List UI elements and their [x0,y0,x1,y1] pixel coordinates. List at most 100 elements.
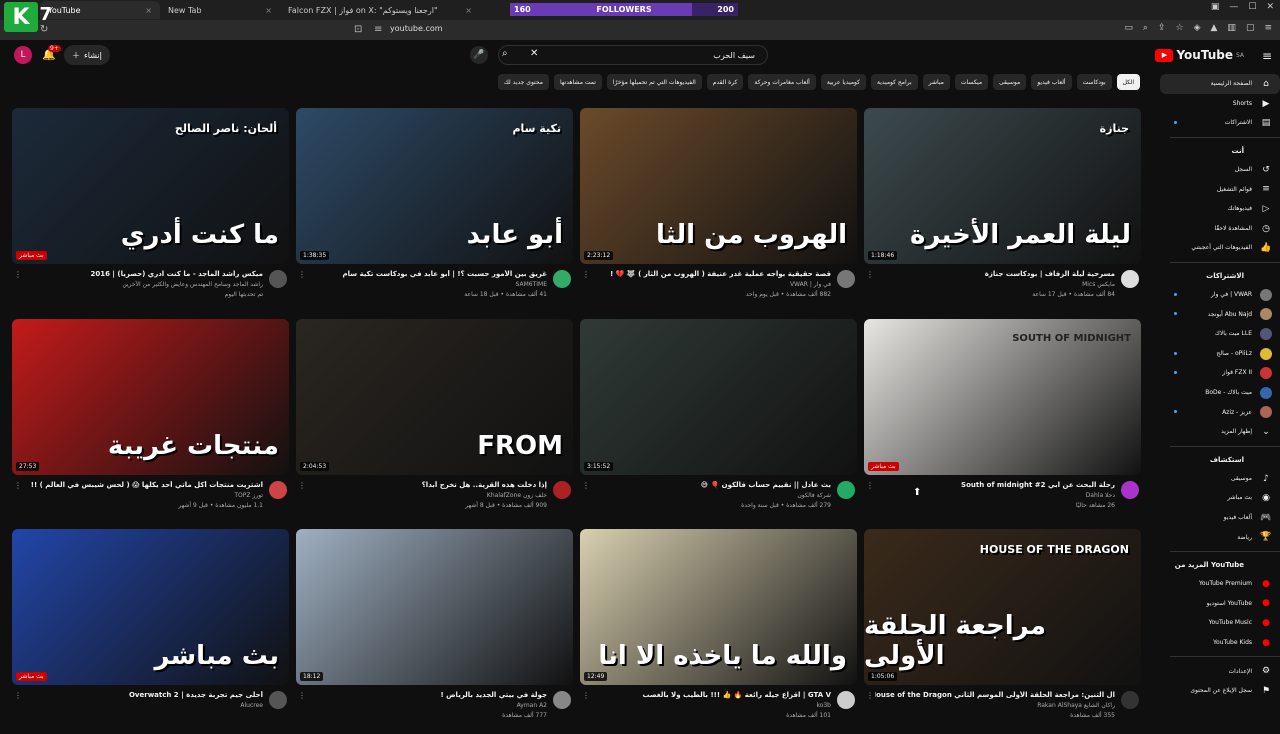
more-options-icon[interactable]: ⋮ [14,270,22,279]
hamburger-menu-icon[interactable]: ≡ [1262,49,1272,63]
video-card[interactable]: والله ما ياخذه الا انا 12:49 GTA V | اقزاع… [580,529,857,734]
close-icon[interactable]: × [265,6,272,15]
video-card[interactable]: FROM 2:04:53 إذا دخلت هذه القرية.. هل تخرج… [296,319,573,524]
wallet-icon[interactable]: ▢ [1246,23,1255,33]
share-icon[interactable]: ⇪ [1158,23,1166,33]
search-input[interactable] [499,46,767,64]
filter-chip[interactable]: ألعاب فيديو [1031,74,1072,90]
video-card[interactable]: ليلة العمر الأخيرة جنازة 1:18:46 مسرحية ليل… [864,108,1141,313]
channel-name[interactable]: راشد الماجد وسامح المهندس وعايض والكثير … [122,281,263,288]
sidebar-item[interactable]: Aziz - عزيز [1160,402,1280,422]
more-options-icon[interactable]: ⋮ [866,270,874,279]
channel-name[interactable]: راكان الشايع Rakan AlShaya [1037,702,1115,709]
video-title[interactable]: أحلى جيم تجربة جديدة | Overwatch 2 [23,691,263,699]
filter-chip[interactable]: مباشر [922,74,950,90]
sidebar-section-heading[interactable]: المزيد من YouTube [1160,556,1280,574]
video-thumbnail[interactable]: ما كنت أدري ألحان: ناصر الصالح بث مباشر [12,108,289,264]
video-title[interactable]: غريق بين الأمور حسبت ؟! | أبو عابد في بو… [307,270,548,278]
sidebar-item[interactable]: في وار | VWAR [1160,285,1280,305]
channel-name[interactable]: خلف زون KhalafZone [487,492,547,499]
filter-chip[interactable]: كرة القدم [706,74,744,90]
sidebar-item[interactable]: 🏆 رياضة [1160,527,1280,547]
url-text[interactable]: youtube.com [390,24,443,33]
video-card[interactable]: بث مباشر بث مباشر أحلى جيم تجربة جديدة | O… [12,529,289,734]
bookmark-icon[interactable]: ⊡ [354,24,362,35]
sidebar-item[interactable]: ▶ Shorts [1160,94,1280,114]
video-thumbnail[interactable]: الهروب من الثا 2:23:12 [580,108,857,264]
sidebar-item[interactable]: ▤ الاشتراكات [1160,113,1280,133]
more-options-icon[interactable]: ⋮ [14,691,22,700]
video-title[interactable]: GTA V | اقزاع جيله رائعة 🔥 👍 !!! بالطيب … [591,691,831,699]
extensions-icon[interactable]: ▣ [1211,2,1220,12]
sidebar-item[interactable]: ⌄ إظهار المزيد [1160,422,1280,442]
youtube-logo[interactable]: ▶ YouTube SA [1155,48,1244,62]
video-card[interactable]: 3:15:52 بث عادل || نقييم حساب فالكون 🎈 😅 ش… [580,319,857,524]
channel-name[interactable]: تورز TOPZ [234,492,263,499]
star-icon[interactable]: ☆ [1176,23,1184,33]
video-title[interactable]: إذا دخلت هذه القرية.. هل تخرج أبدا؟ [307,481,547,489]
sidebar-section-heading[interactable]: أنت [1160,142,1280,160]
video-title[interactable]: ميكس راشد الماجد - ما كنت ادري (حصريا) |… [23,270,263,278]
video-thumbnail[interactable]: بث مباشر بث مباشر [12,529,289,685]
channel-name[interactable]: Ayman A2 [517,702,547,709]
video-card[interactable]: الهروب من الثا 2:23:12 قصة حقيقية بواجه عم… [580,108,857,313]
sidebar-item[interactable]: ♪ موسيقى [1160,469,1280,489]
video-thumbnail[interactable]: FROM 2:04:53 [296,319,573,475]
video-thumbnail[interactable]: 18:12 [296,529,573,685]
video-card[interactable]: ما كنت أدري ألحان: ناصر الصالح بث مباشر ميك… [12,108,289,313]
sidebar-item[interactable]: ● استوديو YouTube [1160,593,1280,613]
video-thumbnail[interactable]: ليلة العمر الأخيرة جنازة 1:18:46 [864,108,1141,264]
more-options-icon[interactable]: ⋮ [582,481,590,490]
sidebar-item[interactable]: ▷ فيديوهاتك [1160,199,1280,219]
maximize-icon[interactable]: ☐ [1248,2,1256,12]
channel-avatar[interactable] [553,270,571,288]
warning-icon[interactable]: ▲ [1211,23,1218,33]
filter-chip[interactable]: موسيقى [993,74,1027,90]
filter-chip[interactable]: كوميديا عربية [820,74,866,90]
more-options-icon[interactable]: ⋮ [866,481,874,490]
filter-chip[interactable]: محتوى جديد لك [497,74,549,90]
channel-name[interactable]: SAM6TIME [516,281,547,288]
sidebar-item[interactable]: صالح - oPiiLz [1160,344,1280,364]
video-title[interactable]: جولة في بيتي الجديد بالرياض ! [307,691,547,699]
close-icon[interactable]: × [145,6,152,15]
sidebar-item[interactable]: ⚙ الإعدادات [1160,661,1280,681]
video-title[interactable]: مسرحية ليلة الزفاف | بودكاست جنازة [875,270,1115,278]
search-icon[interactable]: ⌕ [1143,23,1148,33]
video-thumbnail[interactable]: أبو عابد تكية سام 1:38:35 [296,108,573,264]
channel-avatar[interactable] [1121,270,1139,288]
channel-name[interactable]: شركة فالكون [797,492,831,499]
sidebar-item[interactable]: ● YouTube Kids [1160,633,1280,653]
channel-name[interactable]: دحلا Dahla [1086,492,1115,499]
video-card[interactable]: منتجات غريبة 27:53 اشتريت منتجات أكل ماتي … [12,319,289,524]
sidebar-section-heading[interactable]: استكشاف [1160,451,1280,469]
more-options-icon[interactable]: ⋮ [298,481,306,490]
video-title[interactable]: قصة حقيقية بواجه عملية غدر عنيفة ( الهرو… [591,270,831,278]
sidebar-item[interactable]: ● YouTube Premium [1160,574,1280,594]
video-card[interactable]: مراجعة الحلقة الأولى HOUSE OF THE DRAGON 1… [864,529,1141,734]
channel-name[interactable]: في وار | VWAR [790,281,831,288]
channel-avatar[interactable] [269,481,287,499]
more-options-icon[interactable]: ⋮ [582,270,590,279]
video-card[interactable]: أبو عابد تكية سام 1:38:35 غريق بين الأمور ح… [296,108,573,313]
shield-icon[interactable]: ◈ [1194,23,1201,33]
more-options-icon[interactable]: ⋮ [298,270,306,279]
sidebar-item[interactable]: ⚑ سجل الإبلاغ عن المحتوى [1160,681,1280,701]
video-card[interactable]: SOUTH OF MIDNIGHT بث مباشر رحلة البحث عن ا… [864,319,1141,524]
clear-search-icon[interactable]: ✕ [530,48,538,59]
sidebar-section-heading[interactable]: الاشتراكات [1160,267,1280,285]
voice-search-icon[interactable]: 🎤 [470,46,488,64]
tab-youtube[interactable]: YouTube × [40,1,160,19]
more-options-icon[interactable]: ⋮ [582,691,590,700]
sidebar-item[interactable]: ◷ المشاهدة لاحقًا [1160,219,1280,239]
search-icon[interactable]: ⌕ [502,48,508,59]
tab-new-tab[interactable]: New Tab × [160,1,280,19]
cast-icon[interactable]: ▭ [1124,23,1133,33]
sidebar-item[interactable]: ↺ السجل [1160,160,1280,180]
close-icon[interactable]: × [465,6,472,15]
sidebar-item[interactable]: ● YouTube Music [1160,613,1280,633]
sidebar-item[interactable]: ◉ بث مباشر [1160,488,1280,508]
video-title[interactable]: اشتريت منتجات أكل ماتي أحد يكلها 😱 ( لحس… [23,481,263,489]
avatar[interactable]: L [14,46,32,64]
video-thumbnail[interactable]: 3:15:52 [580,319,857,475]
